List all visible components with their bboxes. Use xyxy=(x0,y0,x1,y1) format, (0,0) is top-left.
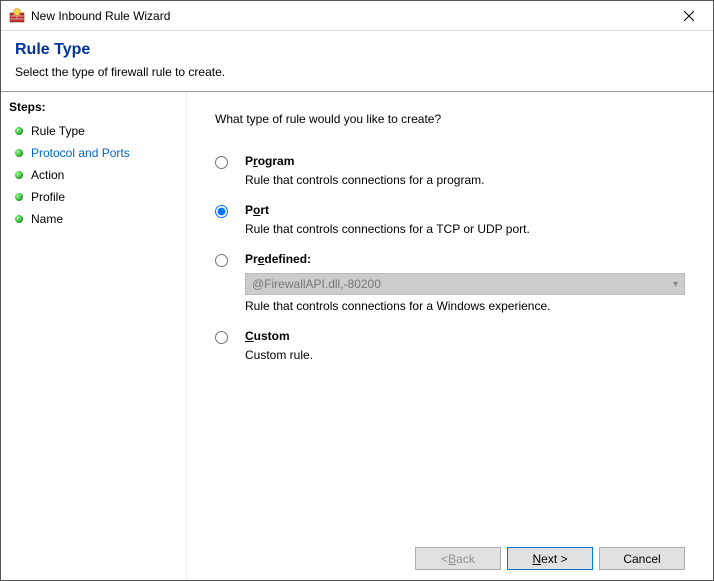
step-label: Profile xyxy=(31,190,65,204)
step-label: Action xyxy=(31,168,64,182)
page-subtitle: Select the type of firewall rule to crea… xyxy=(15,65,699,79)
cancel-button[interactable]: Cancel xyxy=(599,547,685,570)
step-name[interactable]: Name xyxy=(9,208,182,230)
option-port: Port Rule that controls connections for … xyxy=(215,203,685,236)
window-title: New Inbound Rule Wizard xyxy=(31,9,667,23)
steps-heading: Steps: xyxy=(9,100,182,114)
wizard-footer: < Back Next > Cancel xyxy=(215,537,685,570)
step-rule-type[interactable]: Rule Type xyxy=(9,120,182,142)
step-bullet-icon xyxy=(15,193,23,201)
desc-port: Rule that controls connections for a TCP… xyxy=(245,222,685,236)
predefined-select-value: @FirewallAPI.dll,-80200 xyxy=(252,277,381,291)
back-button: < Back xyxy=(415,547,501,570)
desc-custom: Custom rule. xyxy=(245,348,685,362)
step-label: Name xyxy=(31,212,63,226)
page-title: Rule Type xyxy=(15,41,699,59)
option-custom: Custom Custom rule. xyxy=(215,329,685,362)
chevron-down-icon: ▾ xyxy=(673,279,678,290)
main-panel: What type of rule would you like to crea… xyxy=(187,92,713,580)
predefined-select: @FirewallAPI.dll,-80200 ▾ xyxy=(245,273,685,295)
step-bullet-icon xyxy=(15,215,23,223)
label-program[interactable]: Program xyxy=(245,154,685,168)
radio-port[interactable] xyxy=(215,205,228,218)
wizard-window: New Inbound Rule Wizard Rule Type Select… xyxy=(0,0,714,581)
step-label: Protocol and Ports xyxy=(31,146,130,160)
step-bullet-icon xyxy=(15,171,23,179)
option-program: Program Rule that controls connections f… xyxy=(215,154,685,187)
step-label: Rule Type xyxy=(31,124,85,138)
close-icon xyxy=(684,11,694,21)
titlebar: New Inbound Rule Wizard xyxy=(1,1,713,31)
radio-program[interactable] xyxy=(215,156,228,169)
step-protocol-and-ports[interactable]: Protocol and Ports xyxy=(9,142,182,164)
body: Steps: Rule Type Protocol and Ports Acti… xyxy=(1,91,713,580)
label-port[interactable]: Port xyxy=(245,203,685,217)
step-profile[interactable]: Profile xyxy=(9,186,182,208)
radio-predefined[interactable] xyxy=(215,254,228,267)
next-button[interactable]: Next > xyxy=(507,547,593,570)
label-predefined[interactable]: Predefined: xyxy=(245,252,685,266)
main-prompt: What type of rule would you like to crea… xyxy=(215,112,685,126)
step-action[interactable]: Action xyxy=(9,164,182,186)
desc-program: Rule that controls connections for a pro… xyxy=(245,173,685,187)
step-bullet-icon xyxy=(15,127,23,135)
steps-sidebar: Steps: Rule Type Protocol and Ports Acti… xyxy=(1,92,187,580)
step-bullet-icon xyxy=(15,149,23,157)
option-predefined: Predefined: @FirewallAPI.dll,-80200 ▾ Ru… xyxy=(215,252,685,313)
rule-type-options: Program Rule that controls connections f… xyxy=(215,154,685,378)
close-button[interactable] xyxy=(667,2,711,30)
radio-custom[interactable] xyxy=(215,331,228,344)
header: Rule Type Select the type of firewall ru… xyxy=(1,31,713,91)
desc-predefined: Rule that controls connections for a Win… xyxy=(245,299,685,313)
label-custom[interactable]: Custom xyxy=(245,329,685,343)
firewall-icon xyxy=(9,8,25,24)
